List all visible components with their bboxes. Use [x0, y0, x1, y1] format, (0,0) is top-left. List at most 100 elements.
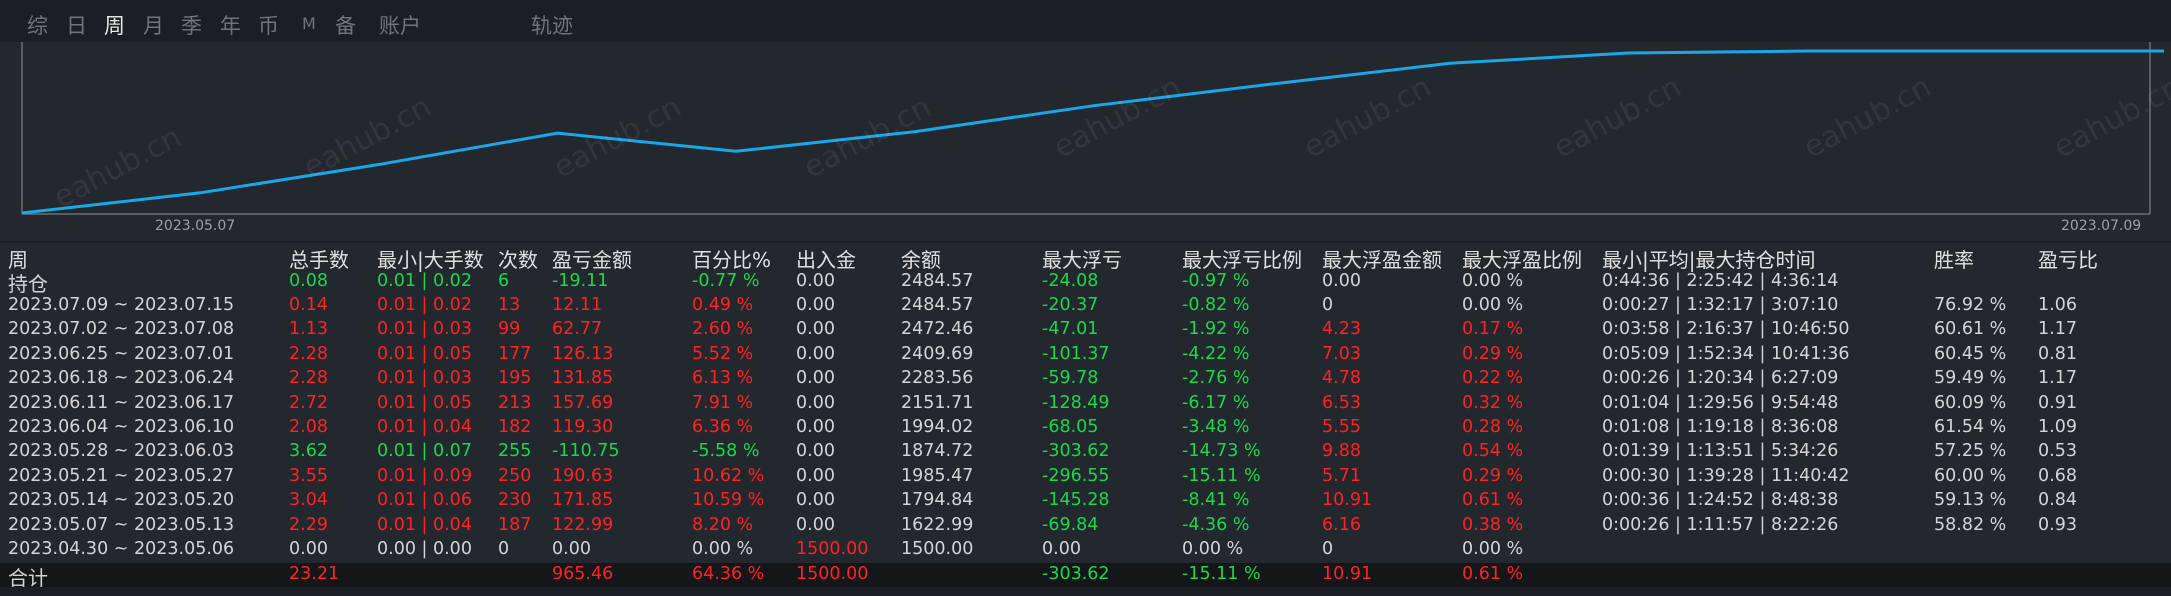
table-row-period: 2023.04.30 ~ 2023.05.06	[8, 539, 235, 559]
table-row-io: 0.00	[796, 417, 835, 437]
column-header-count[interactable]: 次数	[498, 244, 538, 273]
table-row-balance: 2484.57	[901, 295, 974, 315]
table-row-win: 60.45 %	[1934, 343, 2007, 364]
tab-notes[interactable]: 备	[335, 10, 356, 40]
holding-row-mfpr: 0.00 %	[1462, 271, 1524, 291]
column-header-hold-time[interactable]: 最小|平均|最大持仓时间	[1602, 244, 1815, 273]
table-row-plr: 1.09	[2038, 417, 2077, 437]
table-row-balance: 1794.84	[901, 490, 974, 511]
table-row-min-max: 0.01 | 0.03	[377, 319, 472, 340]
table-row-mfpr: 0.17 %	[1462, 319, 1524, 340]
table-row-win: 59.49 %	[1934, 368, 2007, 389]
total-row-mfp: 10.91	[1322, 564, 1373, 584]
table-row-min-max: 0.01 | 0.04	[377, 417, 472, 437]
table-row-plr: 0.53	[2038, 441, 2077, 462]
table-row-balance: 1994.02	[901, 417, 974, 437]
total-row-lots: 23.21	[289, 564, 340, 584]
table-row-mfl: -47.01	[1042, 319, 1099, 340]
table-row-mfp: 6.16	[1322, 514, 1361, 535]
table-row-win: 60.09 %	[1934, 392, 2007, 413]
column-header-win-rate[interactable]: 胜率	[1934, 244, 1974, 273]
tab-week[interactable]: 周	[104, 10, 125, 40]
table-row-min-max: 0.01 | 0.09	[377, 465, 472, 486]
table-row-min-max: 0.01 | 0.05	[377, 392, 472, 413]
tab-day[interactable]: 日	[66, 10, 87, 40]
table-row-count: 182	[498, 417, 532, 437]
table-row-io: 0.00	[796, 319, 835, 340]
table-row-period: 2023.06.18 ~ 2023.06.24	[8, 368, 235, 389]
tab-overview[interactable]: 综	[27, 10, 48, 40]
table-row-balance: 2151.71	[901, 392, 974, 413]
table-row-lots: 0.00	[289, 539, 328, 559]
table-row-mfp: 4.78	[1322, 368, 1361, 389]
column-header-percent[interactable]: 百分比%	[692, 244, 771, 273]
table-row-count: 230	[498, 490, 532, 511]
table-row-hold: 0:01:04 | 1:29:56 | 9:54:48	[1602, 392, 1839, 413]
table-row-mfp: 0	[1322, 539, 1334, 559]
column-header-max-float-profit-ratio[interactable]: 最大浮盈比例	[1462, 244, 1582, 273]
table-row-count: 255	[498, 441, 532, 462]
column-header-max-float-profit[interactable]: 最大浮盈金额	[1322, 244, 1442, 273]
tab-year[interactable]: 年	[220, 10, 241, 40]
table-row-min-max: 0.00 | 0.00	[377, 539, 472, 559]
table-row-pct: 5.52 %	[692, 343, 754, 364]
table-row-lots: 3.62	[289, 441, 328, 462]
column-header-min-max-lots[interactable]: 最小|大手数	[377, 244, 484, 273]
table-row-lots: 2.28	[289, 368, 328, 389]
tab-m[interactable]: M	[302, 14, 316, 33]
table-row-mfl: -101.37	[1042, 343, 1110, 364]
column-header-max-float-loss[interactable]: 最大浮亏	[1042, 244, 1122, 273]
table-row-balance: 2283.56	[901, 368, 974, 389]
table-row-mfl: -20.37	[1042, 295, 1099, 315]
total-row-mfl: -303.62	[1042, 564, 1110, 584]
table-row-count: 195	[498, 368, 532, 389]
table-row-hold: 0:00:26 | 1:20:34 | 6:27:09	[1602, 368, 1839, 389]
table-row-mfl: -69.84	[1042, 514, 1099, 535]
table-row-io: 0.00	[796, 343, 835, 364]
table-row-mfpr: 0.28 %	[1462, 417, 1524, 437]
table-row-pnl: 190.63	[552, 465, 614, 486]
tab-currency[interactable]: 币	[258, 10, 279, 40]
tab-account[interactable]: 账户	[379, 10, 421, 40]
table-row-mfp: 4.23	[1322, 319, 1361, 340]
column-header-total-lots[interactable]: 总手数	[289, 244, 349, 273]
period-tabs: 综 日 周 月 季 年 币 M 备 账户 轨迹	[0, 0, 2171, 42]
tab-quarter[interactable]: 季	[181, 10, 202, 40]
column-header-pnl-amount[interactable]: 盈亏金额	[552, 244, 632, 273]
holding-row-mflr: -0.97 %	[1182, 271, 1250, 291]
table-row-pct: 10.59 %	[692, 490, 765, 511]
table-row-mfl: -296.55	[1042, 465, 1110, 486]
table-row-pnl: 131.85	[552, 368, 614, 389]
table-row-balance: 1985.47	[901, 465, 974, 486]
table-row-lots: 3.04	[289, 490, 328, 511]
table-row-balance: 1622.99	[901, 514, 974, 535]
table-row-period: 2023.07.02 ~ 2023.07.08	[8, 319, 235, 340]
table-row-mflr: -6.17 %	[1182, 392, 1250, 413]
table-row-io: 0.00	[796, 490, 835, 511]
table-row-io: 0.00	[796, 441, 835, 462]
table-row-io: 1500.00	[796, 539, 869, 559]
column-header-period[interactable]: 周	[8, 244, 28, 273]
column-header-max-float-loss-ratio[interactable]: 最大浮亏比例	[1182, 244, 1302, 273]
table-row-pct: 7.91 %	[692, 392, 754, 413]
holding-row-lots: 0.08	[289, 271, 328, 291]
column-header-in-out[interactable]: 出入金	[796, 244, 856, 273]
table-row-period: 2023.05.28 ~ 2023.06.03	[8, 441, 235, 462]
table-row-io: 0.00	[796, 514, 835, 535]
table-row-mflr: -0.82 %	[1182, 295, 1250, 315]
column-header-pl-ratio[interactable]: 盈亏比	[2038, 244, 2098, 273]
table-row-mfl: -128.49	[1042, 392, 1110, 413]
table-row-min-max: 0.01 | 0.05	[377, 343, 472, 364]
holding-row-pct: -0.77 %	[692, 271, 760, 291]
total-row-pnl: 965.46	[552, 564, 614, 584]
table-row-count: 187	[498, 514, 532, 535]
tab-month[interactable]: 月	[143, 10, 164, 40]
table-row-min-max: 0.01 | 0.06	[377, 490, 472, 511]
table-row-hold: 0:05:09 | 1:52:34 | 10:41:36	[1602, 343, 1850, 364]
table-row-lots: 3.55	[289, 465, 328, 486]
table-row-mfpr: 0.00 %	[1462, 295, 1524, 315]
table-row-period: 2023.07.09 ~ 2023.07.15	[8, 295, 235, 315]
tab-trajectory[interactable]: 轨迹	[531, 10, 573, 40]
table-row-lots: 2.29	[289, 514, 328, 535]
column-header-balance[interactable]: 余额	[901, 244, 941, 273]
